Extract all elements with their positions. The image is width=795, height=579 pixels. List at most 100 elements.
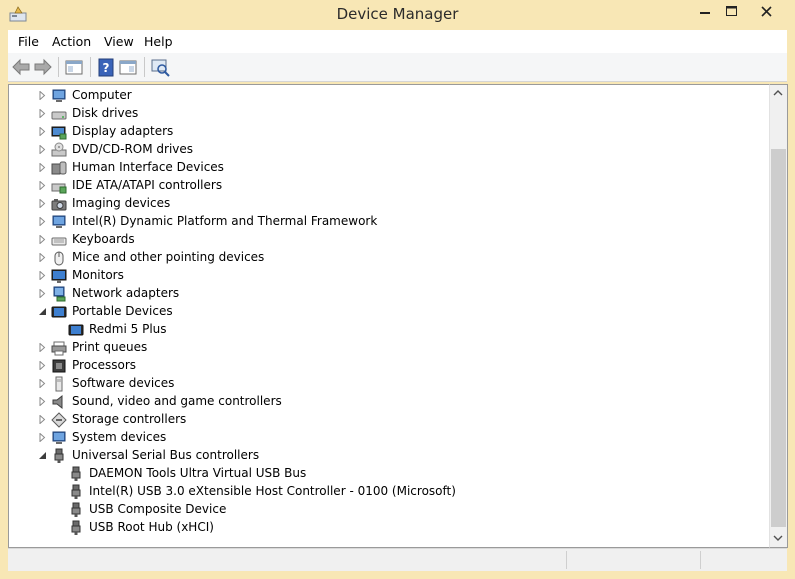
status-bar: [8, 548, 787, 571]
expand-arrow-icon[interactable]: [38, 217, 47, 226]
show-hide-console-tree-button[interactable]: [63, 56, 85, 78]
expand-arrow-icon[interactable]: [38, 415, 47, 424]
svg-text:?: ?: [103, 61, 110, 75]
usb-icon: [71, 502, 81, 517]
close-button[interactable]: [747, 0, 787, 22]
usb-icon: [71, 520, 81, 535]
expand-arrow-icon[interactable]: [38, 397, 47, 406]
tree-category[interactable]: Processors: [9, 357, 769, 375]
tree-device[interactable]: USB Root Hub (xHCI): [9, 519, 769, 537]
expand-arrow-icon[interactable]: [38, 127, 47, 136]
title-bar[interactable]: Device Manager: [0, 0, 795, 30]
tree-category[interactable]: Human Interface Devices: [9, 159, 769, 177]
scrollbar-thumb[interactable]: [771, 149, 786, 527]
tree-category[interactable]: Imaging devices: [9, 195, 769, 213]
tree-category[interactable]: Print queues: [9, 339, 769, 357]
vertical-scrollbar[interactable]: [769, 84, 788, 548]
camera-icon: [51, 199, 67, 211]
tree-category[interactable]: Sound, video and game controllers: [9, 393, 769, 411]
expand-arrow-icon[interactable]: [38, 235, 47, 244]
computer-icon: [52, 89, 66, 102]
maximize-icon: [726, 6, 737, 16]
tree-device[interactable]: USB Composite Device: [9, 501, 769, 519]
tree-device[interactable]: Redmi 5 Plus: [9, 321, 769, 339]
computer-icon: [52, 215, 66, 228]
device-tree[interactable]: Computer Disk drives Display adapters DVD/C…: [8, 84, 770, 548]
processor-icon: [52, 359, 66, 373]
toolbar-separator: [144, 57, 145, 77]
scroll-up-icon[interactable]: [773, 89, 783, 97]
tree-item-label: Print queues: [72, 340, 148, 354]
expand-arrow-icon[interactable]: [38, 379, 47, 388]
tree-item-label: Processors: [72, 358, 137, 372]
expand-arrow-icon[interactable]: [38, 289, 47, 298]
toolbar-separator: [58, 57, 59, 77]
expand-arrow-icon[interactable]: [38, 91, 47, 100]
portable-device-icon: [51, 306, 67, 318]
tree-category[interactable]: Mice and other pointing devices: [9, 249, 769, 267]
expand-arrow-icon[interactable]: [38, 343, 47, 352]
usb-icon: [71, 466, 81, 481]
tree-item-label: Display adapters: [72, 124, 174, 138]
status-divider: [566, 551, 567, 569]
tree-item-label: Mice and other pointing devices: [72, 250, 265, 264]
menu-view[interactable]: View: [104, 34, 134, 49]
scroll-down-icon[interactable]: [773, 534, 783, 542]
monitor-icon: [51, 269, 67, 283]
expand-arrow-icon[interactable]: [38, 433, 47, 442]
expand-arrow-icon[interactable]: [38, 181, 47, 190]
tree-device[interactable]: DAEMON Tools Ultra Virtual USB Bus: [9, 465, 769, 483]
expand-arrow-icon[interactable]: [38, 199, 47, 208]
tree-item-label: USB Root Hub (xHCI): [89, 520, 214, 534]
menu-action[interactable]: Action: [52, 34, 91, 49]
tree-item-label: Keyboards: [72, 232, 135, 246]
tree-category[interactable]: IDE ATA/ATAPI controllers: [9, 177, 769, 195]
maximize-button[interactable]: [716, 0, 746, 22]
tree-category[interactable]: Portable Devices: [9, 303, 769, 321]
tree-category[interactable]: Software devices: [9, 375, 769, 393]
window-title: Device Manager: [336, 5, 459, 23]
tree-item-label: Software devices: [72, 376, 175, 390]
expand-arrow-icon[interactable]: [38, 271, 47, 280]
tree-item-label: Disk drives: [72, 106, 139, 120]
collapse-arrow-icon[interactable]: [38, 307, 47, 316]
status-divider: [700, 551, 701, 569]
expand-arrow-icon[interactable]: [38, 163, 47, 172]
tree-category[interactable]: Universal Serial Bus controllers: [9, 447, 769, 465]
back-button[interactable]: [10, 56, 32, 78]
tree-category[interactable]: Keyboards: [9, 231, 769, 249]
tree-item-label: Human Interface Devices: [72, 160, 224, 174]
menu-file[interactable]: File: [18, 34, 39, 49]
toolbar: ?: [8, 53, 787, 82]
storage-controller-icon: [51, 412, 67, 428]
tree-device[interactable]: Intel(R) USB 3.0 eXtensible Host Control…: [9, 483, 769, 501]
forward-button[interactable]: [32, 56, 54, 78]
collapse-arrow-icon[interactable]: [38, 451, 47, 460]
tree-category[interactable]: Storage controllers: [9, 411, 769, 429]
mouse-icon: [54, 251, 64, 266]
tree-category[interactable]: Computer: [9, 87, 769, 105]
expand-arrow-icon[interactable]: [38, 109, 47, 118]
dvd-drive-icon: [51, 142, 67, 157]
tree-item-label: IDE ATA/ATAPI controllers: [72, 178, 223, 192]
tree-category[interactable]: Monitors: [9, 267, 769, 285]
tree-item-label: Universal Serial Bus controllers: [72, 448, 260, 462]
expand-arrow-icon[interactable]: [38, 361, 47, 370]
properties-view-button[interactable]: [117, 56, 139, 78]
tree-category[interactable]: DVD/CD-ROM drives: [9, 141, 769, 159]
menu-help[interactable]: Help: [144, 34, 173, 49]
keyboard-icon: [51, 237, 67, 246]
usb-icon: [71, 484, 81, 499]
help-button[interactable]: ?: [95, 56, 117, 78]
expand-arrow-icon[interactable]: [38, 253, 47, 262]
tree-item-label: Sound, video and game controllers: [72, 394, 282, 408]
tree-category[interactable]: Display adapters: [9, 123, 769, 141]
tree-item-label: Imaging devices: [72, 196, 171, 210]
tree-category[interactable]: System devices: [9, 429, 769, 447]
scan-hardware-changes-button[interactable]: [149, 56, 171, 78]
expand-arrow-icon[interactable]: [38, 145, 47, 154]
tree-category[interactable]: Disk drives: [9, 105, 769, 123]
tree-category[interactable]: Intel(R) Dynamic Platform and Thermal Fr…: [9, 213, 769, 231]
tree-category[interactable]: Network adapters: [9, 285, 769, 303]
menu-bar: File Action View Help: [8, 30, 787, 53]
